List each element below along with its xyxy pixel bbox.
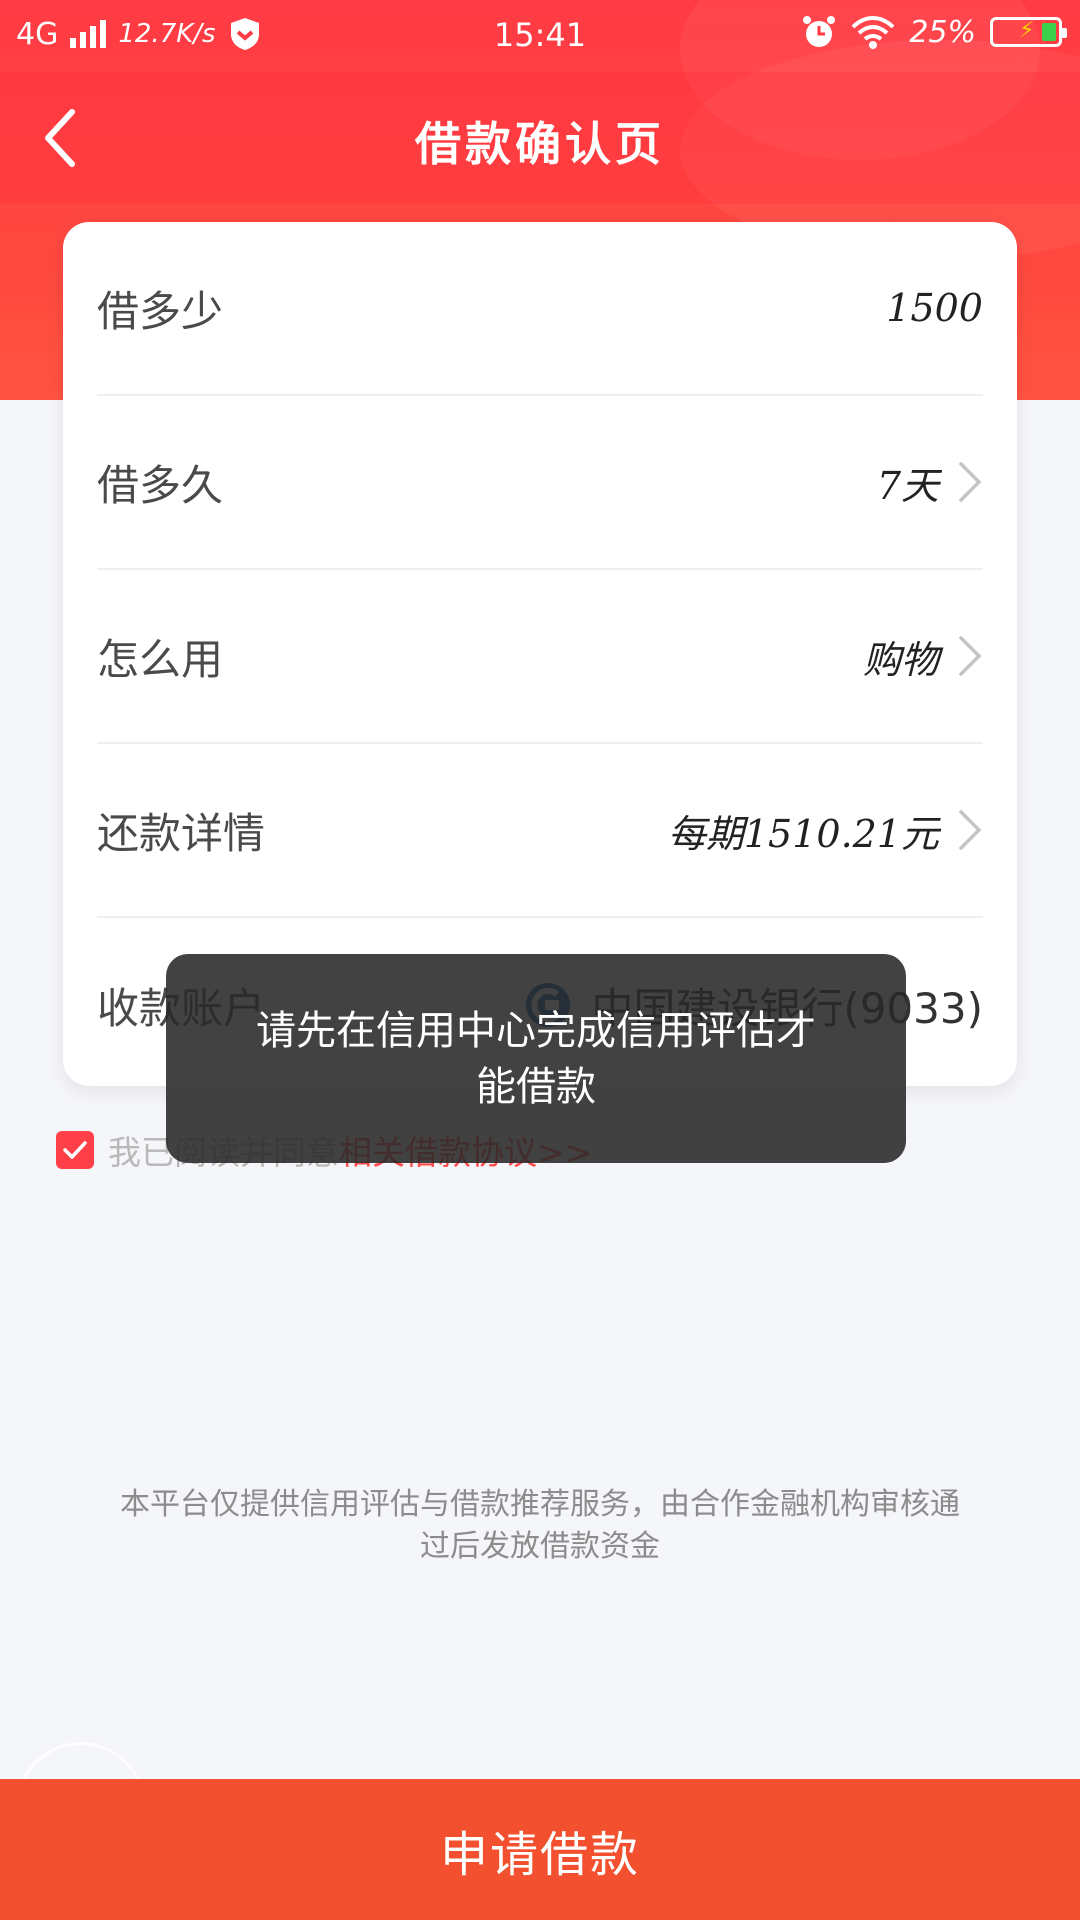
row-purpose[interactable]: 怎么用 购物 <box>97 570 983 744</box>
alarm-icon <box>803 16 836 47</box>
chevron-right-icon <box>959 636 982 676</box>
battery-percent: 25% <box>909 14 976 50</box>
page-title: 借款确认页 <box>415 117 665 171</box>
chevron-right-icon <box>959 462 982 502</box>
row-label: 借多久 <box>97 460 224 510</box>
repayment-value: 每期1510.21元 <box>667 811 939 856</box>
row-amount[interactable]: 借多少 1500 <box>97 222 983 396</box>
agreement-checkbox[interactable] <box>56 1131 94 1169</box>
amount-value: 1500 <box>886 286 983 330</box>
battery-icon: ⚡ <box>990 17 1067 47</box>
disclaimer-text: 本平台仅提供信用评估与借款推荐服务，由合作金融机构审核通过后发放借款资金 <box>120 1487 960 1564</box>
row-label: 借多少 <box>97 286 224 336</box>
checkmark-icon <box>63 1141 87 1159</box>
purpose-value: 购物 <box>862 637 939 682</box>
duration-value: 7天 <box>876 463 939 508</box>
status-bar: 4G 12.7K/s 15:41 25% ⚡ <box>0 0 1080 72</box>
navigation-bar: 借款确认页 <box>0 72 1080 204</box>
wifi-icon <box>851 16 895 49</box>
apply-loan-button[interactable]: 申请借款 <box>0 1779 1080 1920</box>
row-label: 还款详情 <box>97 808 266 858</box>
row-duration[interactable]: 借多久 7天 <box>97 396 983 570</box>
row-repayment[interactable]: 还款详情 每期1510.21元 <box>97 744 983 918</box>
chevron-right-icon <box>959 810 982 850</box>
toast-message: 请先在信用中心完成信用评估才能借款 <box>166 954 906 1163</box>
row-label: 怎么用 <box>97 634 224 684</box>
